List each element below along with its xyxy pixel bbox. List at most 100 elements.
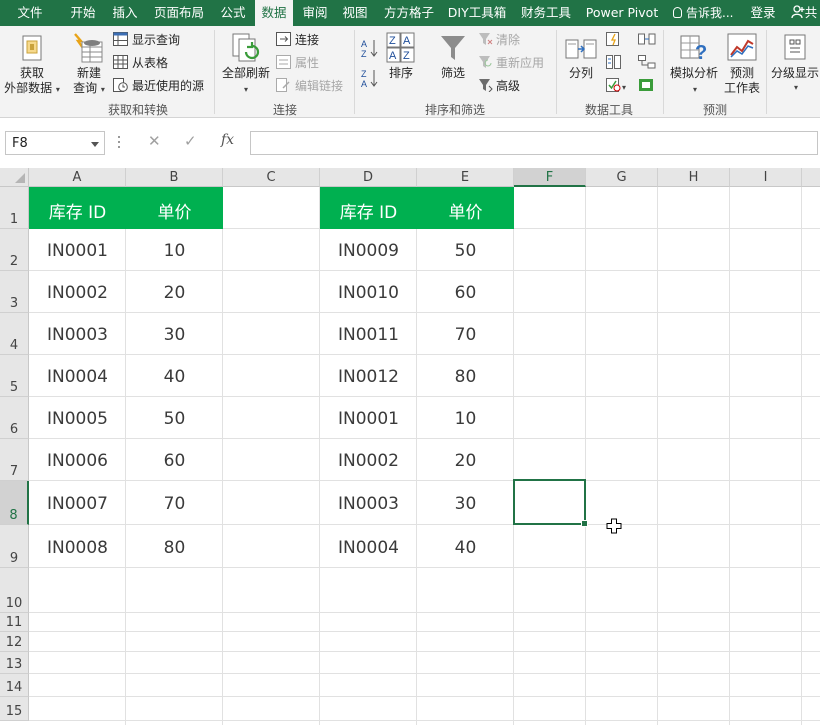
column-header-c[interactable]: C [223, 168, 320, 187]
tab-file[interactable]: 文件 [10, 0, 50, 26]
enter-icon[interactable]: ✓ [184, 132, 197, 150]
row-header-13[interactable]: 13 [0, 652, 29, 674]
name-box[interactable]: F8 [5, 131, 105, 155]
insert-function-icon[interactable]: fx [221, 132, 234, 148]
cell-e4[interactable]: 70 [417, 325, 514, 345]
column-header-h[interactable]: H [658, 168, 730, 187]
cell-b4[interactable]: 30 [126, 325, 223, 345]
tab-insert[interactable]: 插入 [106, 0, 144, 26]
cell-e6[interactable]: 10 [417, 409, 514, 429]
lightbulb-icon [673, 7, 682, 18]
row-header-11[interactable]: 11 [0, 613, 29, 632]
reapply-label: 重新应用 [496, 56, 545, 70]
outline-dropdown[interactable]: ▾ [790, 80, 802, 95]
cell-b9[interactable]: 80 [126, 538, 223, 558]
cell-b3[interactable]: 20 [126, 283, 223, 303]
get-external-label-2: 外部数据 ▾ [4, 81, 60, 95]
row-header-5[interactable]: 5 [0, 355, 29, 397]
properties-icon [276, 55, 291, 69]
row-header-4[interactable]: 4 [0, 313, 29, 355]
cell-b8[interactable]: 70 [126, 494, 223, 514]
header-cell-d1[interactable]: 库存 ID [320, 187, 417, 229]
formula-input[interactable] [250, 131, 818, 155]
row-header-7[interactable]: 7 [0, 439, 29, 481]
column-header-i[interactable]: I [730, 168, 802, 187]
cell-e5[interactable]: 80 [417, 367, 514, 387]
cell-e7[interactable]: 20 [417, 451, 514, 471]
row-header-15[interactable]: 15 [0, 697, 29, 721]
cell-d9[interactable]: IN0004 [320, 538, 417, 558]
cell-d5[interactable]: IN0012 [320, 367, 417, 387]
cell-d6[interactable]: IN0001 [320, 409, 417, 429]
gridline [29, 524, 820, 525]
what-if-dropdown[interactable]: ▾ [689, 82, 701, 97]
login-button[interactable]: 登录 [746, 0, 780, 26]
column-header-d[interactable]: D [320, 168, 417, 187]
grid-table-icon [113, 55, 128, 69]
header-cell-b1[interactable]: 单价 [126, 187, 223, 229]
cell-d8[interactable]: IN0003 [320, 494, 417, 514]
tab-view[interactable]: 视图 [337, 0, 373, 26]
row-header-6[interactable]: 6 [0, 397, 29, 439]
worksheet-grid[interactable]: A B C D E F G H I 1 2 3 4 5 6 7 8 9 10 1… [0, 168, 820, 725]
tab-formulas[interactable]: 公式 [214, 0, 252, 26]
column-header-g[interactable]: G [586, 168, 658, 187]
tab-review[interactable]: 审阅 [297, 0, 333, 26]
row-header-1[interactable]: 1 [0, 187, 29, 229]
header-cell-e1[interactable]: 单价 [417, 187, 514, 229]
cell-b7[interactable]: 60 [126, 451, 223, 471]
tab-finance-tools[interactable]: 财务工具 [516, 0, 576, 26]
column-header-b[interactable]: B [126, 168, 223, 187]
cell-a7[interactable]: IN0006 [29, 451, 126, 471]
name-box-dropdown-icon[interactable] [91, 142, 99, 147]
cell-e2[interactable]: 50 [417, 241, 514, 261]
row-header-12[interactable]: 12 [0, 632, 29, 652]
tab-home[interactable]: 开始 [64, 0, 102, 26]
column-header-j[interactable] [802, 168, 820, 187]
tab-fangfang[interactable]: 方方格子 [380, 0, 438, 26]
cell-a8[interactable]: IN0007 [29, 494, 126, 514]
tab-diy-toolbox[interactable]: DIY工具箱 [445, 0, 509, 26]
tell-me-box[interactable]: 告诉我... [673, 0, 733, 26]
row-header-14[interactable]: 14 [0, 674, 29, 697]
row-header-3[interactable]: 3 [0, 271, 29, 313]
cancel-icon[interactable]: ✕ [148, 132, 161, 150]
refresh-all-label: 全部刷新 [221, 66, 270, 80]
row-header-8[interactable]: 8 [0, 481, 29, 525]
formula-bar-grip[interactable] [118, 136, 121, 150]
cell-e9[interactable]: 40 [417, 538, 514, 558]
row-header-9[interactable]: 9 [0, 525, 29, 568]
column-header-a[interactable]: A [29, 168, 126, 187]
cell-a4[interactable]: IN0003 [29, 325, 126, 345]
row-header-2[interactable]: 2 [0, 229, 29, 271]
cell-a2[interactable]: IN0001 [29, 241, 126, 261]
cell-a5[interactable]: IN0004 [29, 367, 126, 387]
column-header-e[interactable]: E [417, 168, 514, 187]
header-cell-a1[interactable]: 库存 ID [29, 187, 126, 229]
cell-e8[interactable]: 30 [417, 494, 514, 514]
gridline [29, 673, 820, 674]
group-connections-label: 连接 [273, 103, 298, 117]
tab-power-pivot[interactable]: Power Pivot [584, 0, 660, 26]
cell-b6[interactable]: 50 [126, 409, 223, 429]
cell-d2[interactable]: IN0009 [320, 241, 417, 261]
cell-a6[interactable]: IN0005 [29, 409, 126, 429]
cell-b2[interactable]: 10 [126, 241, 223, 261]
select-all-button[interactable] [0, 168, 29, 187]
active-cell-f8[interactable] [513, 479, 588, 527]
relationships-icon [638, 55, 656, 69]
cell-b5[interactable]: 40 [126, 367, 223, 387]
refresh-all-dropdown[interactable]: ▾ [240, 82, 252, 97]
cell-a9[interactable]: IN0008 [29, 538, 126, 558]
cell-e3[interactable]: 60 [417, 283, 514, 303]
cell-d7[interactable]: IN0002 [320, 451, 417, 471]
column-header-f[interactable]: F [514, 168, 586, 187]
cell-a3[interactable]: IN0002 [29, 283, 126, 303]
consolidate-icon [638, 33, 656, 45]
tab-data[interactable]: 数据 [255, 0, 293, 27]
share-button[interactable]: 共 [788, 0, 820, 26]
tab-page-layout[interactable]: 页面布局 [148, 0, 210, 26]
cell-d4[interactable]: IN0011 [320, 325, 417, 345]
cell-d3[interactable]: IN0010 [320, 283, 417, 303]
row-header-10[interactable]: 10 [0, 568, 29, 613]
